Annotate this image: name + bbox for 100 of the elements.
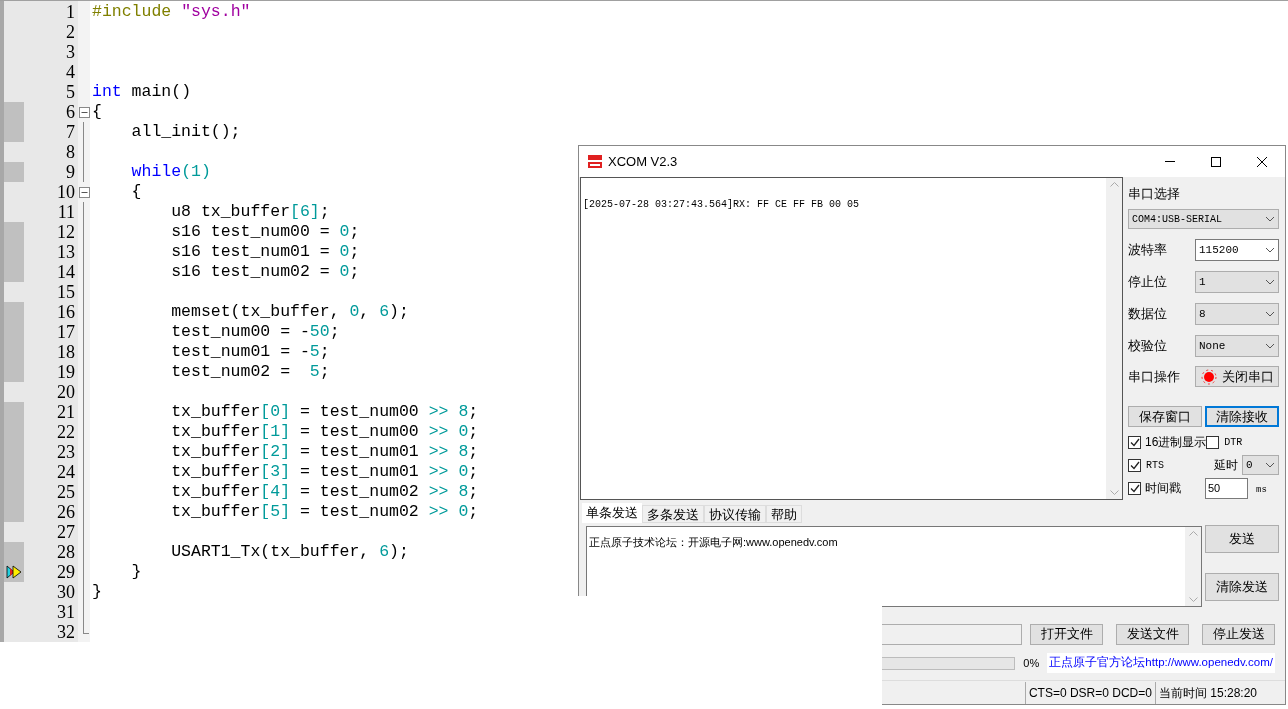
button[interactable]: 发送	[1205, 525, 1279, 553]
code-line: {	[130, 182, 142, 202]
code-line: memset(tx_buffer, 0, 6);	[170, 302, 409, 322]
checkbox[interactable]	[1206, 435, 1220, 449]
received-text: [2025-07-28 03:27:43.564]RX: FF CE FF FB 00 05	[583, 199, 860, 210]
code-line: all_init();	[130, 122, 241, 142]
scroll-down-icon[interactable]	[1109, 490, 1119, 495]
line-number: 1	[66, 2, 75, 22]
setting-select[interactable]: 115200	[1195, 239, 1279, 261]
line-number: 26	[57, 502, 75, 522]
scroll-up-icon[interactable]	[1188, 531, 1198, 536]
chevron-down-icon	[1265, 311, 1275, 317]
minimize-icon	[1165, 161, 1175, 162]
line-number: 3	[66, 42, 75, 62]
maximize-icon	[1211, 156, 1221, 167]
button[interactable]: 清除发送	[1205, 573, 1279, 601]
tab[interactable]: 协议传输	[704, 505, 766, 523]
send-text-area[interactable]: 正点原子技术论坛：开源电子网:www.openedv.com	[586, 526, 1202, 607]
code-line: u8 tx_buffer[6];	[170, 202, 330, 222]
checkbox-label: 时间戳	[1145, 480, 1181, 497]
close-port-button[interactable]: 关闭串口	[1195, 366, 1279, 387]
line-number: 19	[57, 362, 75, 382]
line-number: 29	[57, 562, 75, 582]
code-line: tx_buffer[2] = test_num01 >> 8;	[170, 442, 479, 462]
setting-label: 波特率	[1128, 241, 1167, 260]
tab[interactable]: 多条发送	[642, 505, 704, 523]
code-line: tx_buffer[3] = test_num01 >> 0;	[170, 462, 479, 482]
tab[interactable]: 单条发送	[582, 503, 642, 523]
checkbox[interactable]	[1128, 458, 1141, 472]
line-number: 24	[57, 462, 75, 482]
status-time: 当前时间 15:28:20	[1154, 681, 1285, 704]
tab[interactable]: 帮助	[766, 505, 802, 523]
code-line: #include "sys.h"	[92, 2, 251, 22]
button[interactable]: 清除接收	[1205, 406, 1279, 427]
scroll-down-icon[interactable]	[1188, 597, 1198, 602]
setting-label: 停止位	[1128, 273, 1167, 292]
line-number: 14	[57, 262, 75, 282]
line-number: 2	[66, 22, 75, 42]
checkbox-label: 16进制显示	[1145, 434, 1207, 451]
button[interactable]: 打开文件	[1030, 623, 1103, 645]
code-line: {	[92, 102, 102, 122]
code-line: tx_buffer[4] = test_num02 >> 8;	[170, 482, 479, 502]
chevron-down-icon	[1265, 279, 1275, 285]
operation-label: 串口操作	[1128, 367, 1180, 386]
line-number: 21	[57, 402, 75, 422]
line-number: 12	[57, 222, 75, 242]
line-number: 11	[57, 202, 75, 222]
button[interactable]: 停止发送	[1202, 623, 1275, 645]
code-line: int main()	[92, 82, 192, 102]
line-number: 23	[57, 442, 75, 462]
button[interactable]: 发送文件	[1116, 623, 1189, 645]
code-line: s16 test_num00 = 0;	[170, 222, 360, 242]
line-number: 32	[57, 622, 75, 642]
unit-label: ms	[1256, 484, 1267, 498]
fold-toggle-icon[interactable]	[78, 106, 90, 118]
line-number: 15	[57, 282, 75, 302]
chevron-down-icon	[1265, 247, 1275, 253]
line-number: 4	[66, 62, 75, 82]
checkbox-label: RTS	[1146, 458, 1164, 473]
line-number: 16	[57, 302, 75, 322]
check-icon	[1129, 483, 1140, 493]
close-icon	[1257, 156, 1267, 167]
setting-label: 校验位	[1128, 337, 1167, 356]
checkbox[interactable]	[1128, 435, 1141, 449]
checkbox[interactable]	[1128, 481, 1141, 495]
port-select[interactable]: COM4:USB-SERIAL	[1128, 209, 1279, 229]
line-number: 17	[57, 322, 75, 342]
send-text: 正点原子技术论坛：开源电子网:www.openedv.com	[589, 536, 838, 548]
line-number: 22	[57, 422, 75, 442]
checkbox-label: DTR	[1224, 435, 1243, 450]
scrollbar[interactable]	[1106, 178, 1122, 499]
code-line: USART1_Tx(tx_buffer, 6);	[170, 542, 409, 562]
app-logo-icon	[587, 154, 603, 169]
line-number: 6	[66, 102, 75, 122]
code-line: tx_buffer[5] = test_num02 >> 0;	[170, 502, 479, 522]
progress-reading: 0%	[1023, 655, 1041, 671]
setting-select[interactable]: 8	[1195, 303, 1279, 325]
forum-link[interactable]: 正点原子官方论坛http://www.openedv.com/	[1047, 653, 1275, 673]
receive-area[interactable]: [2025-07-28 03:27:43.564]RX: FF CE FF FB 00 05	[580, 177, 1123, 500]
interval-field[interactable]: 50	[1205, 477, 1248, 499]
button[interactable]: 保存窗口	[1128, 406, 1202, 427]
line-number: 18	[57, 342, 75, 362]
setting-select[interactable]: 1	[1195, 271, 1279, 293]
code-line: tx_buffer[1] = test_num00 >> 0;	[170, 422, 479, 442]
code-line: tx_buffer[0] = test_num00 >> 8;	[170, 402, 479, 422]
scrollbar[interactable]	[1185, 527, 1201, 606]
code-line: }	[130, 562, 142, 582]
line-number: 25	[57, 482, 75, 502]
scroll-up-icon[interactable]	[1109, 182, 1119, 187]
line-number: 10	[57, 182, 75, 202]
code-line: s16 test_num01 = 0;	[170, 242, 360, 262]
setting-select[interactable]: None	[1195, 335, 1279, 357]
line-number: 27	[57, 522, 75, 542]
code-line: while(1)	[130, 162, 211, 182]
line-number: 31	[57, 602, 75, 622]
delay-select[interactable]: 0	[1242, 455, 1279, 475]
line-number: 5	[66, 82, 75, 102]
line-number: 13	[57, 242, 75, 262]
check-icon	[1129, 460, 1140, 470]
fold-toggle-icon[interactable]	[78, 186, 90, 198]
